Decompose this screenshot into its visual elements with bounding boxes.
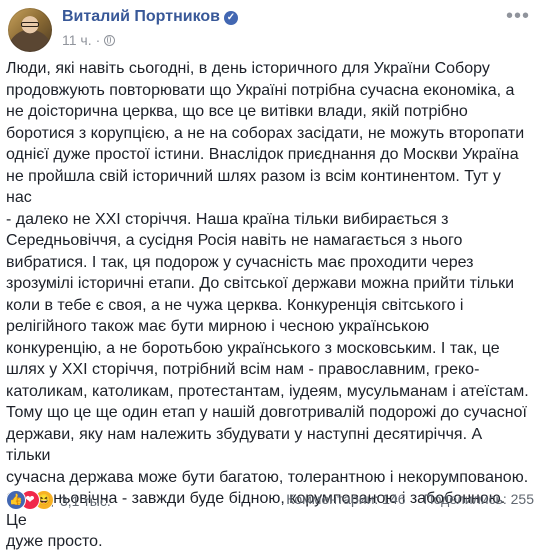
post-footer: 👍 ❤ 😆 3,1 тыс. Комментарии: 146 Поделилис…: [6, 488, 534, 512]
verified-badge-icon: ✓: [223, 11, 238, 25]
post-body-text: Люди, які навіть сьогодні, в день істори…: [6, 60, 529, 550]
author-name-line: Виталий Портников ✓: [62, 8, 238, 26]
like-icon: 👍: [6, 490, 26, 510]
post-timestamp[interactable]: 11 ч.: [62, 32, 92, 48]
shares-count-link[interactable]: Поделились: 255: [424, 491, 534, 507]
post-meta: 11 ч. ·: [62, 32, 116, 48]
avatar-glasses-detail: [21, 22, 39, 27]
author-avatar[interactable]: [8, 8, 52, 52]
globe-icon[interactable]: [104, 35, 116, 46]
comments-count-link[interactable]: Комментарии: 146: [286, 491, 405, 507]
more-options-icon[interactable]: •••: [506, 6, 530, 26]
meta-separator: ·: [95, 32, 101, 48]
post-stats: Комментарии: 146 Поделились: 255: [286, 491, 534, 507]
post-header: Виталий Портников ✓ 11 ч. · •••: [6, 6, 534, 54]
reactions-count[interactable]: 3,1 тыс.: [60, 493, 111, 509]
facebook-post: Виталий Портников ✓ 11 ч. · ••• Люди, які …: [0, 0, 540, 550]
author-name-link[interactable]: Виталий Портников: [62, 8, 220, 25]
